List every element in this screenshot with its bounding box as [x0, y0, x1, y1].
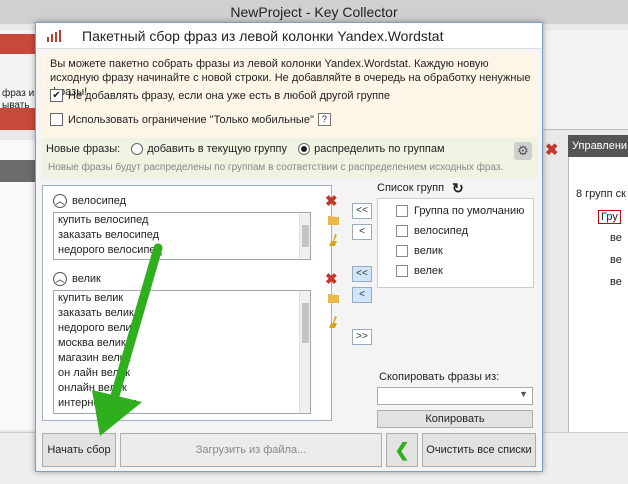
group-header[interactable]: ︿ велик: [53, 272, 101, 286]
dialog-title: Пакетный сбор фраз из левой колонки Yand…: [36, 23, 542, 49]
move-all-left-button[interactable]: <<: [352, 203, 372, 219]
window-title: NewProject - Key Collector: [0, 0, 628, 24]
right-group-item[interactable]: ве: [610, 276, 622, 288]
group-list[interactable]: Группа по умолчанию велосипед велик веле…: [377, 198, 534, 288]
list-item: недорого велик: [58, 322, 137, 334]
group-list-item[interactable]: велек: [396, 265, 443, 277]
flag-icon: [396, 245, 408, 257]
source-groups: ︿ велосипед ✖ купить велосипед заказать …: [42, 185, 339, 421]
folder-open-icon[interactable]: [327, 214, 341, 226]
gear-icon[interactable]: ⚙: [514, 142, 532, 160]
clear-all-button[interactable]: Очистить все списки: [422, 433, 536, 467]
dialog-title-text: Пакетный сбор фраз из левой колонки Yand…: [82, 28, 444, 44]
radio-distribute[interactable]: [298, 143, 311, 156]
delete-icon[interactable]: ✖: [325, 192, 338, 210]
broom-icon[interactable]: [327, 234, 341, 246]
group-list-label-item: велек: [414, 265, 443, 277]
group-list-item[interactable]: велосипед: [396, 225, 468, 237]
scrollbar[interactable]: [299, 213, 310, 259]
copy-from-select[interactable]: ▼: [377, 387, 533, 405]
list-item: купить велик: [58, 292, 124, 304]
hint-text: Новые фразы будут распределены по группа…: [48, 162, 504, 173]
start-button[interactable]: Начать сбор: [42, 433, 116, 467]
radio-distribute-label: распределить по группам: [314, 143, 445, 155]
new-phrases-panel: Новые фразы: добавить в текущую группу р…: [42, 138, 538, 178]
group-name: велик: [72, 273, 101, 285]
flag-icon: [396, 265, 408, 277]
list-item: онлайн велик: [58, 382, 127, 394]
right-group-item[interactable]: ве: [610, 232, 622, 244]
phrase-list[interactable]: купить велик заказать велик недорого вел…: [53, 290, 311, 414]
chevron-down-icon: ▼: [519, 389, 528, 399]
ribbon-red-bar: [0, 108, 40, 130]
checkbox-checked-icon[interactable]: ✔: [50, 89, 63, 102]
new-phrases-label: Новые фразы:: [46, 143, 121, 155]
right-group-count: 8 групп ск: [576, 188, 626, 200]
ribbon-red-tab[interactable]: [0, 34, 40, 54]
folder-open-icon[interactable]: [327, 292, 341, 304]
new-phrases-row: Новые фразы: добавить в текущую группу р…: [46, 143, 445, 156]
mobile-only-label: Использовать ограничение "Только мобильн…: [68, 113, 314, 126]
load-from-file-button[interactable]: Загрузить из файла...: [120, 433, 382, 467]
flag-icon: [396, 225, 408, 237]
group-list-label-item: Группа по умолчанию: [414, 205, 525, 217]
mobile-only-option[interactable]: Использовать ограничение "Только мобильн…: [50, 113, 331, 126]
list-item: заказать велосипед: [58, 229, 159, 241]
phrase-list[interactable]: купить велосипед заказать велосипед недо…: [53, 212, 311, 260]
move-left-button[interactable]: <: [352, 224, 372, 240]
left-panel: [0, 140, 38, 430]
scrollbar[interactable]: [299, 291, 310, 413]
left-panel-header: [0, 160, 38, 182]
group-list-label-item: велосипед: [414, 225, 469, 237]
move-all-right-button[interactable]: >>: [352, 329, 372, 345]
list-item: заказать велик: [58, 307, 134, 319]
flag-icon: [396, 205, 408, 217]
no-duplicates-option[interactable]: ✔ Не добавлять фразу, если она уже есть …: [50, 89, 390, 102]
group-name: велосипед: [72, 195, 127, 207]
group-header[interactable]: ︿ велосипед: [53, 194, 126, 208]
no-duplicates-label: Не добавлять фразу, если она уже есть в …: [68, 89, 391, 102]
move-left-button-2[interactable]: <: [352, 287, 372, 303]
ribbon-left-label: фраз из: [2, 88, 39, 99]
help-icon[interactable]: ?: [317, 113, 331, 126]
close-icon[interactable]: ✖: [545, 140, 558, 160]
list-item: он лайн велик: [58, 367, 130, 379]
group-list-label-item: велик: [414, 245, 443, 257]
chart-icon: [47, 30, 61, 42]
move-all-left-button-2[interactable]: <<: [352, 266, 372, 282]
group-list-item[interactable]: Группа по умолчанию: [396, 205, 524, 217]
batch-collect-dialog: Пакетный сбор фраз из левой колонки Yand…: [35, 22, 543, 472]
list-item: недорого велосипед: [58, 244, 162, 256]
radio-current-group[interactable]: [131, 143, 144, 156]
right-group-item[interactable]: Гру: [598, 210, 621, 224]
group-list-label: Список групп: [377, 182, 445, 194]
copy-button[interactable]: Копировать: [377, 410, 533, 428]
refresh-icon[interactable]: ↻: [452, 180, 464, 197]
list-item: купить велосипед: [58, 214, 149, 226]
group-list-item[interactable]: велик: [396, 245, 443, 257]
list-item: магазин велик: [58, 352, 131, 364]
checkbox-icon[interactable]: [50, 113, 63, 126]
right-group-item[interactable]: ве: [610, 254, 622, 266]
radio-current-label: добавить в текущую группу: [147, 143, 288, 155]
broom-icon[interactable]: [327, 316, 341, 328]
delete-icon[interactable]: ✖: [325, 270, 338, 288]
chevron-up-icon[interactable]: ︿: [53, 272, 67, 286]
chevron-up-icon[interactable]: ︿: [53, 194, 67, 208]
list-item: интернет велик: [58, 397, 137, 409]
back-arrow-icon[interactable]: ❮: [386, 433, 418, 467]
copy-from-label: Скопировать фразы из:: [379, 371, 500, 383]
right-panel-header: Управлени: [568, 135, 628, 157]
list-item: москва велик: [58, 337, 126, 349]
